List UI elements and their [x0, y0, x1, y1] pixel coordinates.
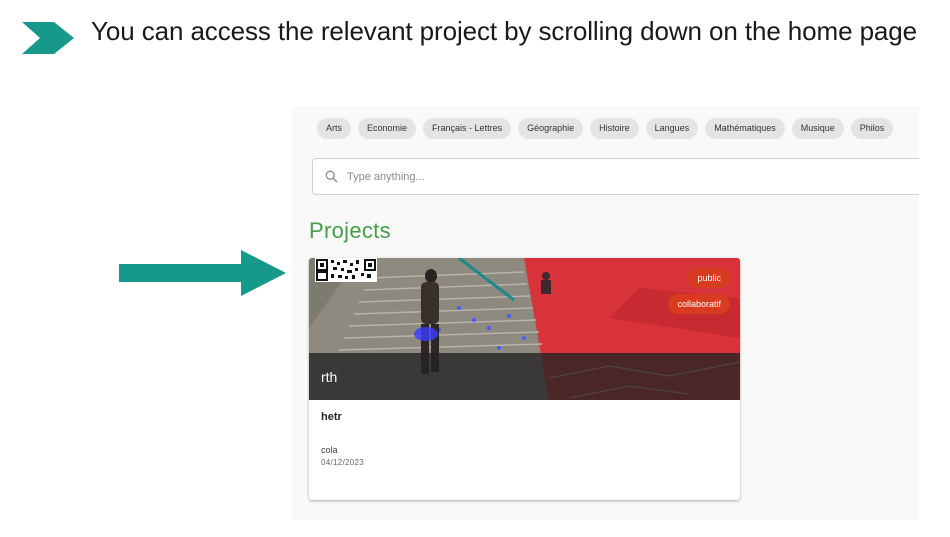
card-title: hetr: [321, 411, 342, 423]
category-chip[interactable]: Arts: [317, 118, 352, 139]
category-chip[interactable]: Français - Lettres: [423, 118, 512, 139]
card-owner: cola: [321, 445, 338, 455]
project-card[interactable]: public collaboratif rth hetr cola 04/12/…: [309, 258, 740, 500]
slide-title: You can access the relevant project by s…: [91, 16, 918, 46]
collaboratif-badge: collaboratif: [668, 294, 730, 314]
card-overlay: rth: [309, 353, 740, 400]
project-thumbnail[interactable]: public collaboratif rth: [309, 258, 740, 400]
public-badge: public: [688, 268, 730, 288]
category-chip[interactable]: Langues: [645, 118, 699, 139]
qr-code-icon: [315, 258, 377, 282]
category-chip[interactable]: Economie: [358, 118, 417, 139]
category-chip[interactable]: Mathématiques: [705, 118, 785, 139]
card-date: 04/12/2023: [321, 458, 365, 467]
category-chip[interactable]: Philos: [850, 118, 894, 139]
category-chip[interactable]: Musique: [791, 118, 844, 139]
projects-heading: Projects: [309, 218, 391, 243]
card-overlay-title: rth: [321, 369, 338, 385]
category-chips: Arts Economie Français - Lettres Géograp…: [317, 118, 894, 139]
search-input[interactable]: Type anything...: [312, 158, 919, 195]
search-icon: [325, 170, 338, 183]
app-screenshot: Arts Economie Français - Lettres Géograp…: [292, 106, 919, 520]
arrow-right-icon: [119, 250, 286, 296]
category-chip[interactable]: Géographie: [518, 118, 584, 139]
category-chip[interactable]: Histoire: [590, 118, 639, 139]
search-placeholder: Type anything...: [347, 170, 425, 183]
chevron-right-icon: [22, 22, 74, 54]
slide: You can access the relevant project by s…: [0, 0, 950, 537]
